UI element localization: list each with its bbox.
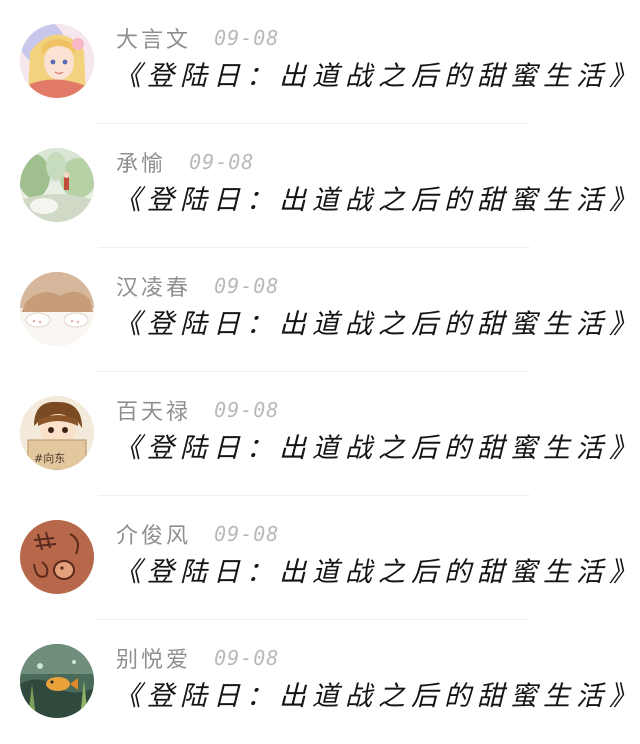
doodle-avatar-image [20,520,94,594]
comment-meta: 汉凌春 09-08 [116,270,280,302]
username[interactable]: 百天禄 [116,394,191,426]
cat-paws-avatar-image [20,272,94,346]
username[interactable]: 别悦爱 [116,642,191,674]
comment-item: 介俊风 09-08 《登陆日：出道战之后的甜蜜生活》 [0,496,640,620]
comment-item: 大言文 09-08 《登陆日：出道战之后的甜蜜生活》 [0,0,640,124]
cartoon-boy-avatar-image: #向东 [20,396,94,470]
comment-text: 《登陆日：出道战之后的甜蜜生活》 [114,309,640,340]
username[interactable]: 介俊风 [116,518,191,550]
comment-date: 09-08 [214,26,280,50]
comment-meta: 百天禄 09-08 [116,394,280,426]
comment-date: 09-08 [214,522,280,546]
comment-meta: 大言文 09-08 [116,22,280,54]
username[interactable]: 承愉 [116,146,166,178]
comment-text: 《登陆日：出道战之后的甜蜜生活》 [114,557,640,588]
comment-date: 09-08 [214,646,280,670]
comment-item: #向东 百天禄 09-08 《登陆日：出道战之后的甜蜜生活》 [0,372,640,496]
comment-list: 大言文 09-08 《登陆日：出道战之后的甜蜜生活》 承愉 09-08 《登陆日… [0,0,640,743]
comment-date: 09-08 [214,398,280,422]
comment-item: 别悦爱 09-08 《登陆日：出道战之后的甜蜜生活》 [0,620,640,744]
anime-girl-avatar-image [20,24,94,98]
comment-date: 09-08 [214,274,280,298]
svg-text:#向东: #向东 [34,451,65,465]
avatar[interactable]: #向东 [20,396,94,470]
avatar[interactable] [20,272,94,346]
comment-meta: 承愉 09-08 [116,146,255,178]
avatar[interactable] [20,520,94,594]
username[interactable]: 大言文 [116,22,191,54]
comment-meta: 别悦爱 09-08 [116,642,280,674]
comment-text: 《登陆日：出道战之后的甜蜜生活》 [114,433,640,464]
avatar[interactable] [20,148,94,222]
comment-text: 《登陆日：出道战之后的甜蜜生活》 [114,681,640,712]
username[interactable]: 汉凌春 [116,270,191,302]
comment-item: 承愉 09-08 《登陆日：出道战之后的甜蜜生活》 [0,124,640,248]
comment-meta: 介俊风 09-08 [116,518,280,550]
forest-painting-avatar-image [20,148,94,222]
comment-item: 汉凌春 09-08 《登陆日：出道战之后的甜蜜生活》 [0,248,640,372]
comment-text: 《登陆日：出道战之后的甜蜜生活》 [114,61,640,92]
comment-text: 《登陆日：出道战之后的甜蜜生活》 [114,185,640,216]
avatar[interactable] [20,644,94,718]
avatar[interactable] [20,24,94,98]
comment-date: 09-08 [189,150,255,174]
aquarium-avatar-image [20,644,94,718]
